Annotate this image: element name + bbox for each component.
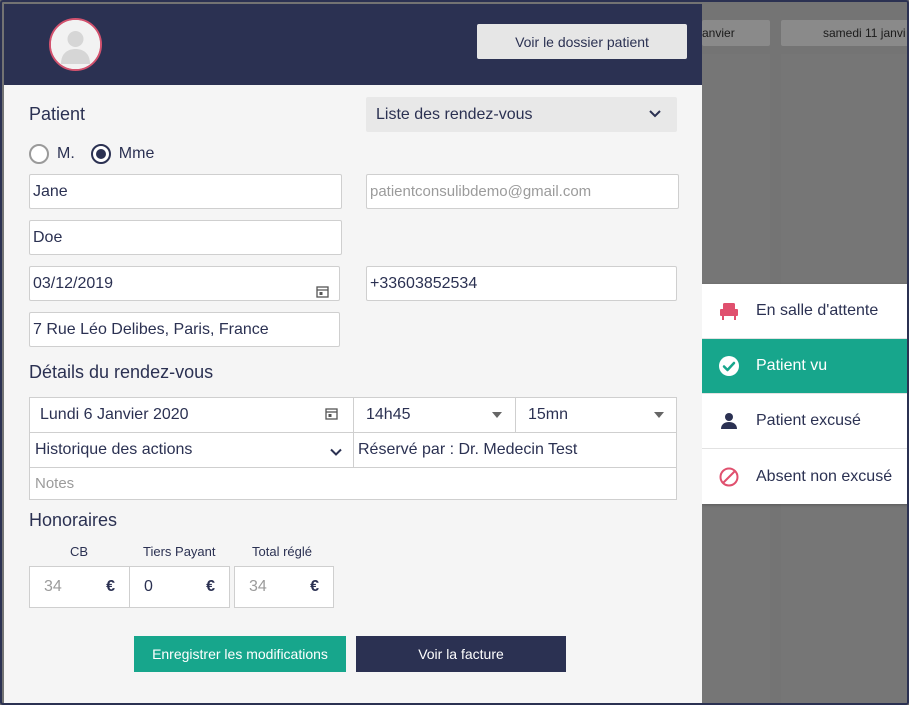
appointment-date-field[interactable]: Lundi 6 Janvier 2020 <box>40 398 189 431</box>
birth-date-field[interactable]: 03/12/2019 <box>29 266 340 301</box>
gender-radio-mme[interactable] <box>90 144 111 164</box>
fee-tiers-payant-value: 0 <box>144 578 153 595</box>
fee-tiers-payant-input[interactable]: 0 € <box>129 566 230 608</box>
caret-down-icon <box>492 412 502 418</box>
patient-section-title: Patient <box>29 104 86 124</box>
appointments-list-select[interactable]: Liste des rendez-vous <box>366 97 677 132</box>
modal-header: Voir le dossier patient <box>4 4 702 85</box>
appointment-duration-select[interactable]: 15mn <box>528 398 568 431</box>
fee-total-regle-input[interactable]: 34 € <box>234 566 334 608</box>
appointment-status-menu: En salle d'attente Patient vu Patient ex… <box>702 284 907 504</box>
app-frame: anvier samedi 11 janvi En salle d'attent… <box>0 0 909 705</box>
fee-label-tiers-payant: Tiers Payant <box>143 544 216 559</box>
calendar-day-header[interactable]: anvier <box>702 20 770 46</box>
status-label: Patient vu <box>756 357 828 374</box>
booked-by-text: Réservé par : Dr. Medecin Test <box>358 441 578 458</box>
chevron-down-icon <box>649 97 661 132</box>
address-field[interactable]: 7 Rue Léo Delibes, Paris, France <box>29 312 340 347</box>
check-circle-icon <box>718 355 740 377</box>
appointment-details-title: Détails du rendez-vous <box>29 362 214 382</box>
view-patient-file-button[interactable]: Voir le dossier patient <box>477 24 687 59</box>
phone-field[interactable]: +33603852534 <box>366 266 677 301</box>
birth-date-value: 03/12/2019 <box>33 275 114 292</box>
calendar-day-header[interactable]: samedi 11 janvi <box>781 20 907 46</box>
appointment-details-table: Lundi 6 Janvier 2020 14h45 15mn Historiq… <box>29 397 677 500</box>
last-name-field[interactable]: Doe <box>29 220 342 255</box>
fee-cb-value: 34 <box>44 578 62 595</box>
prohibited-icon <box>718 466 740 488</box>
status-label: En salle d'attente <box>756 302 879 319</box>
status-patient-seen[interactable]: Patient vu <box>702 339 907 394</box>
gender-radio-group: M. Mme <box>29 144 170 164</box>
fee-label-cb: CB <box>70 544 89 559</box>
armchair-icon <box>718 300 740 322</box>
chevron-down-icon[interactable] <box>330 445 342 463</box>
status-absent-unexcused[interactable]: Absent non excusé <box>702 449 907 504</box>
fees-title: Honoraires <box>29 510 118 530</box>
view-invoice-button[interactable]: Voir la facture <box>356 636 566 672</box>
status-label: Patient excusé <box>756 412 861 429</box>
caret-down-icon <box>654 412 664 418</box>
avatar[interactable] <box>49 18 102 71</box>
fee-cb-input[interactable]: 34 € <box>29 566 130 608</box>
save-changes-button[interactable]: Enregistrer les modifications <box>134 636 346 672</box>
euro-icon: € <box>310 578 319 595</box>
status-patient-excused[interactable]: Patient excusé <box>702 394 907 449</box>
email-field[interactable]: patientconsulibdemo@gmail.com <box>366 174 679 209</box>
gender-radio-m[interactable] <box>29 144 49 164</box>
euro-icon: € <box>206 578 215 595</box>
calendar-icon[interactable] <box>316 277 329 300</box>
appointment-time-select[interactable]: 14h45 <box>366 398 411 431</box>
calendar-icon[interactable] <box>325 407 338 425</box>
fee-label-total-regle: Total réglé <box>252 544 312 559</box>
first-name-field[interactable]: Jane <box>29 174 342 209</box>
status-label: Absent non excusé <box>756 467 893 485</box>
gender-label-mme: Mme <box>118 145 155 162</box>
euro-icon: € <box>106 578 115 595</box>
fee-total-regle-value: 34 <box>249 578 267 595</box>
gender-label-m: M. <box>57 145 75 162</box>
status-waiting-room[interactable]: En salle d'attente <box>702 284 907 339</box>
person-icon <box>718 410 740 432</box>
appointment-modal: Voir le dossier patient Patient Liste de… <box>4 4 702 703</box>
notes-field[interactable]: Notes <box>35 467 74 500</box>
action-history-toggle[interactable]: Historique des actions <box>35 433 192 466</box>
appointments-list-label: Liste des rendez-vous <box>376 106 533 123</box>
